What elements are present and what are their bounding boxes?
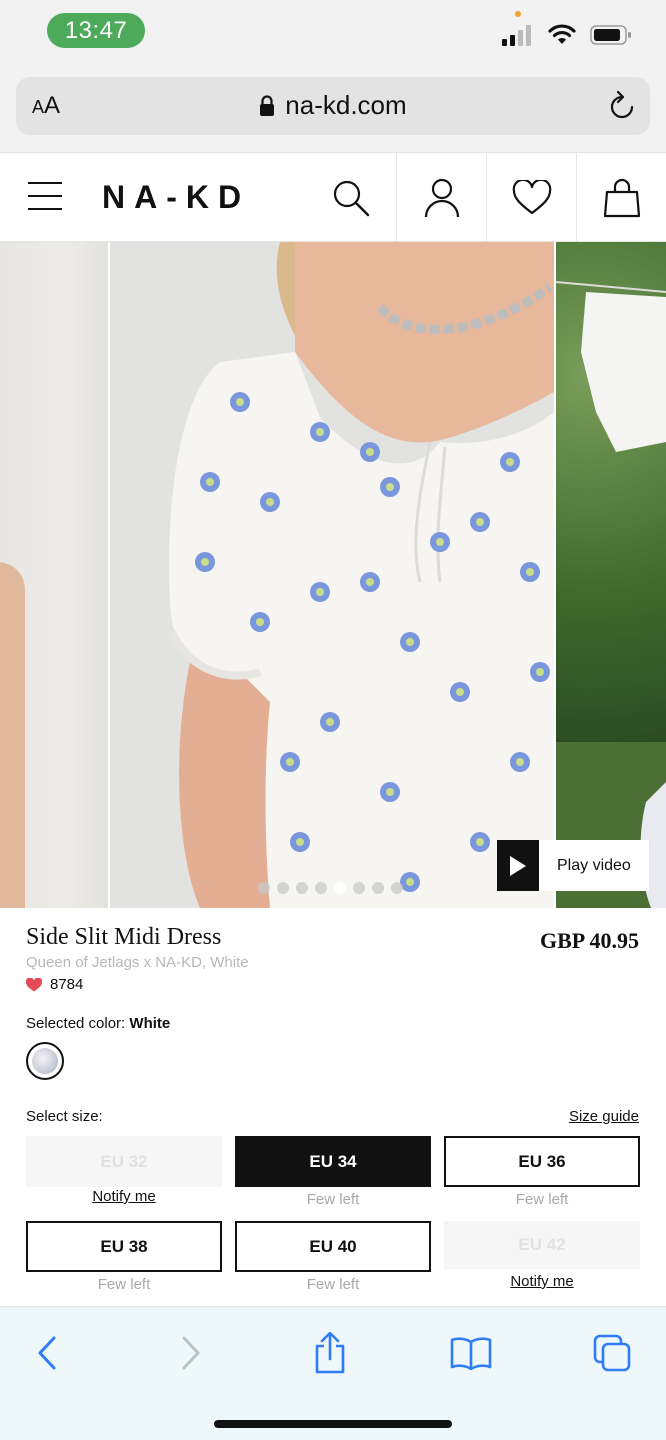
- shopping-bag-icon: [603, 178, 640, 218]
- product-image-previous[interactable]: [0, 242, 108, 908]
- size-option-eu36[interactable]: EU 36: [444, 1136, 640, 1187]
- forward-arrow-icon: [182, 1336, 200, 1370]
- product-image-next[interactable]: [556, 242, 666, 908]
- product-photo-dress: [110, 242, 554, 908]
- size-option-eu42[interactable]: EU 42: [444, 1221, 640, 1269]
- menu-icon[interactable]: [28, 182, 62, 212]
- carousel-dot[interactable]: [353, 882, 365, 894]
- size-option-eu32[interactable]: EU 32: [26, 1136, 222, 1187]
- play-icon: [510, 855, 526, 876]
- search-icon: [333, 180, 370, 217]
- wishlist-heart-icon: [512, 180, 551, 215]
- carousel-dot-active[interactable]: [334, 882, 346, 894]
- back-button[interactable]: [22, 1331, 72, 1375]
- home-indicator[interactable]: [214, 1420, 452, 1428]
- product-price: GBP 40.95: [539, 928, 639, 953]
- reload-icon: [610, 90, 634, 119]
- stock-note: Few left: [306, 1191, 360, 1208]
- select-size-label: Select size:: [26, 1108, 103, 1125]
- wishlist-button[interactable]: [486, 153, 576, 243]
- share-icon: [315, 1332, 345, 1374]
- status-bar: 13:47: [0, 0, 666, 66]
- signal-icon: [502, 25, 531, 46]
- color-swatch-white[interactable]: [26, 1042, 64, 1080]
- carousel-dot[interactable]: [315, 882, 327, 894]
- product-brand: Queen of Jetlags x NA-KD, White: [26, 954, 249, 971]
- stock-note: Few left: [97, 1276, 151, 1293]
- browser-top-bar: AA na-kd.com: [0, 66, 666, 152]
- selected-color-value: White: [129, 1015, 171, 1032]
- tabs-icon: [593, 1334, 631, 1372]
- bookmarks-icon: [450, 1337, 492, 1370]
- wifi-icon: [548, 24, 576, 44]
- site-header: NA-KD: [0, 152, 666, 243]
- play-video-button[interactable]: Play video: [497, 840, 649, 891]
- likes-value: 8784: [50, 976, 84, 993]
- likes-count[interactable]: 8784: [26, 976, 83, 993]
- size-guide-link[interactable]: Size guide: [569, 1108, 639, 1125]
- notify-me-link[interactable]: Notify me: [444, 1273, 640, 1290]
- forward-button[interactable]: [166, 1331, 216, 1375]
- back-arrow-icon: [38, 1336, 56, 1370]
- reload-button[interactable]: [608, 90, 636, 126]
- carousel-dot[interactable]: [258, 882, 270, 894]
- selected-color: Selected color: White: [26, 1015, 170, 1032]
- site-logo[interactable]: NA-KD: [102, 179, 250, 216]
- search-button[interactable]: [306, 153, 396, 243]
- carousel-dot[interactable]: [372, 882, 384, 894]
- product-title: Side Slit Midi Dress: [26, 924, 222, 950]
- tabs-button[interactable]: [587, 1331, 637, 1375]
- stock-note: Few left: [306, 1276, 360, 1293]
- lock-icon: [260, 94, 275, 116]
- product-image-carousel[interactable]: [0, 242, 666, 908]
- privacy-indicator-dot: [515, 11, 521, 17]
- size-option-eu40[interactable]: EU 40: [235, 1221, 431, 1272]
- carousel-pagination: [258, 882, 403, 894]
- address-bar[interactable]: AA na-kd.com: [16, 77, 650, 135]
- notify-me-link[interactable]: Notify me: [26, 1188, 222, 1205]
- url-text[interactable]: na-kd.com: [285, 90, 406, 121]
- bag-button[interactable]: [576, 153, 666, 243]
- play-video-label: Play video: [557, 856, 631, 874]
- browser-toolbar: [0, 1306, 666, 1440]
- account-button[interactable]: [396, 153, 486, 243]
- account-icon: [424, 178, 459, 218]
- size-option-eu38[interactable]: EU 38: [26, 1221, 222, 1272]
- selected-color-label: Selected color:: [26, 1015, 126, 1032]
- size-option-eu34[interactable]: EU 34: [235, 1136, 431, 1187]
- share-button[interactable]: [305, 1331, 355, 1375]
- product-image-main[interactable]: [110, 242, 554, 908]
- battery-icon: [590, 25, 631, 45]
- carousel-dot[interactable]: [391, 882, 403, 894]
- carousel-dot[interactable]: [277, 882, 289, 894]
- heart-filled-icon: [26, 977, 42, 991]
- stock-note: Few left: [515, 1191, 569, 1208]
- status-time: 13:47: [47, 13, 145, 48]
- bookmarks-button[interactable]: [446, 1331, 496, 1375]
- carousel-dot[interactable]: [296, 882, 308, 894]
